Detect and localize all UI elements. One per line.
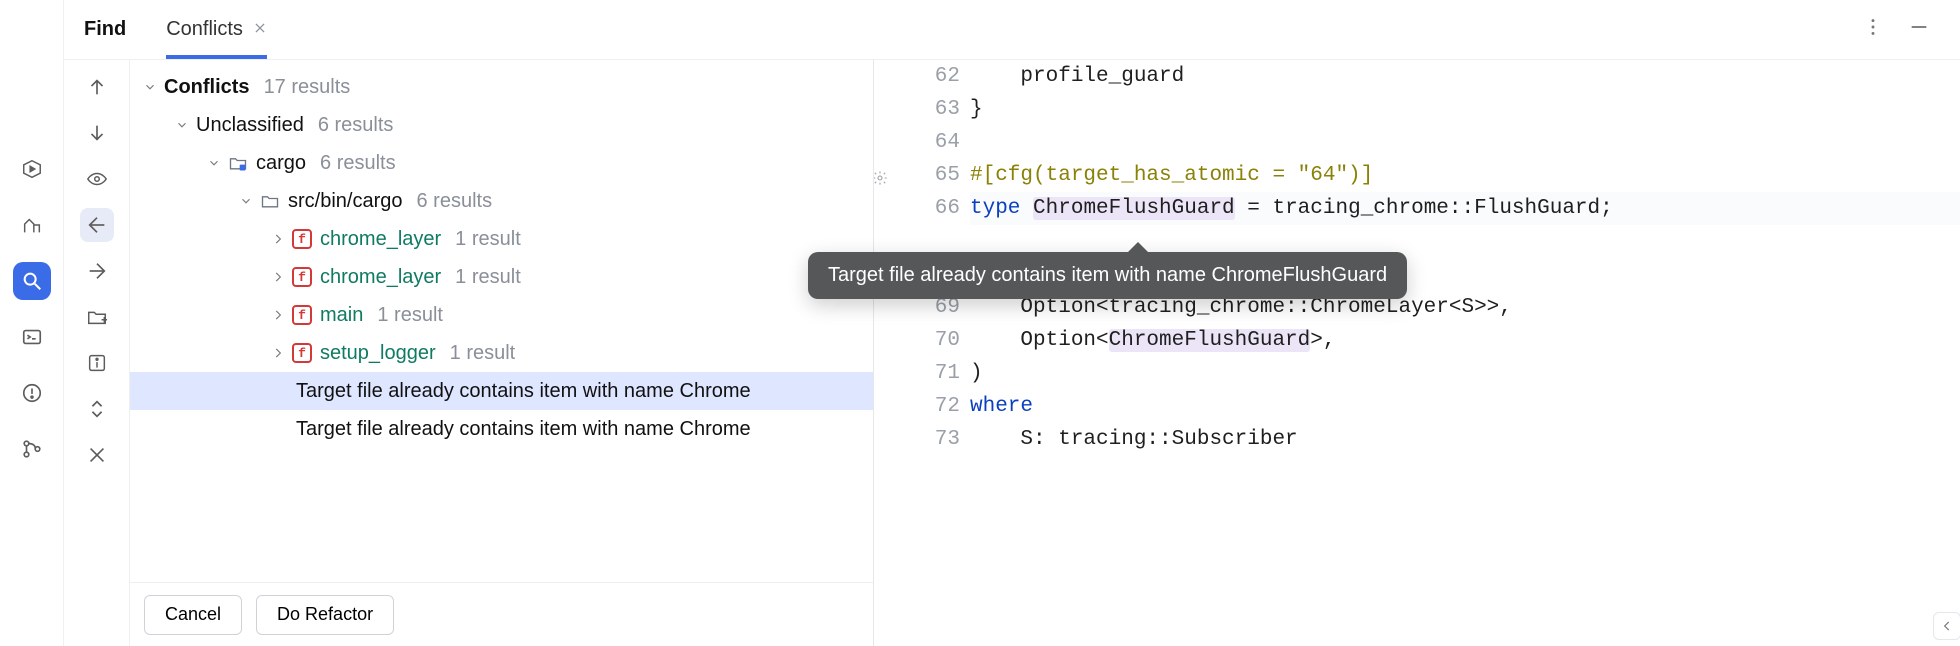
run-icon[interactable] [13,150,51,188]
error-tooltip: Target file already contains item with n… [808,252,1407,299]
dismiss-icon[interactable] [80,438,114,472]
cancel-button[interactable]: Cancel [144,595,242,635]
tree-item-function[interactable]: f chrome_layer 1 result [130,258,873,296]
module-icon [228,153,248,173]
show-read-icon[interactable] [80,208,114,242]
chevron-right-icon[interactable] [268,346,288,360]
tree-item-label: main [320,304,363,327]
do-refactor-button[interactable]: Do Refactor [256,595,394,635]
preview-icon[interactable] [80,162,114,196]
tree-usage[interactable]: Target file already contains item with n… [130,410,873,448]
vcs-icon[interactable] [13,430,51,468]
function-icon: f [292,305,312,325]
kebab-icon[interactable] [1862,16,1884,43]
tree-toolbar [64,60,130,646]
tab-conflicts[interactable]: Conflicts [166,18,267,59]
tree-dir-srcbincargo[interactable]: src/bin/cargo 6 results [130,182,873,220]
tree-item-count: 1 result [455,228,521,251]
toolwindow-tabs: Find Conflicts [64,0,1960,60]
chevron-down-icon[interactable] [140,80,160,94]
tree-item-count: 1 result [377,304,443,327]
problems-icon[interactable] [13,374,51,412]
tree-item-function[interactable]: f setup_logger 1 result [130,334,873,372]
conflicts-footer: Cancel Do Refactor [130,582,873,646]
split-body: Conflicts 17 results Unclassified 6 resu… [64,60,1960,646]
tree-item-function[interactable]: fmain 1 result [130,296,873,334]
chevron-down-icon[interactable] [172,118,192,132]
chevron-down-icon[interactable] [236,194,256,208]
chevron-right-icon[interactable] [268,308,288,322]
tree-root[interactable]: Conflicts 17 results [130,68,873,106]
chevron-right-icon[interactable] [268,270,288,284]
show-write-icon[interactable] [80,254,114,288]
chevron-down-icon[interactable] [204,156,224,170]
editor-gutter: 62636465666970717273 [874,60,970,646]
chevron-left-icon[interactable] [1933,612,1960,640]
tab-find[interactable]: Find [84,18,126,59]
close-icon[interactable] [253,18,267,41]
next-occurrence-icon[interactable] [80,116,114,150]
tree-item-label: chrome_layer [320,228,441,251]
code-editor[interactable]: 62636465666970717273 profile_guard} #[cf… [874,60,1960,646]
function-icon: f [292,343,312,363]
terminal-icon[interactable] [13,318,51,356]
tree-item-function[interactable]: f chrome_layer 1 result [130,220,873,258]
activity-bar [0,0,64,646]
expand-collapse-icon[interactable] [80,392,114,426]
chevron-right-icon[interactable] [268,232,288,246]
prev-occurrence-icon[interactable] [80,70,114,104]
function-icon: f [292,229,312,249]
function-icon: f [292,267,312,287]
info-icon[interactable] [80,346,114,380]
search-icon[interactable] [13,262,51,300]
conflicts-panel: Conflicts 17 results Unclassified 6 resu… [64,60,874,646]
tree-item-count: 1 result [455,266,521,289]
new-folder-icon[interactable] [80,300,114,334]
build-icon[interactable] [13,206,51,244]
tree-item-count: 1 result [450,342,516,365]
tree-usage[interactable]: Target file already contains item with n… [130,372,873,410]
tree-item-label: chrome_layer [320,266,441,289]
minimize-icon[interactable] [1908,16,1930,43]
tree-item-label: setup_logger [320,342,436,365]
folder-icon [260,191,280,211]
editor-code[interactable]: profile_guard} #[cfg(target_has_atomic =… [970,60,1960,646]
conflicts-tree[interactable]: Conflicts 17 results Unclassified 6 resu… [130,60,873,582]
tree-module-cargo[interactable]: cargo 6 results [130,144,873,182]
main: Find Conflicts [64,0,1960,646]
tree-group-unclassified[interactable]: Unclassified 6 results [130,106,873,144]
